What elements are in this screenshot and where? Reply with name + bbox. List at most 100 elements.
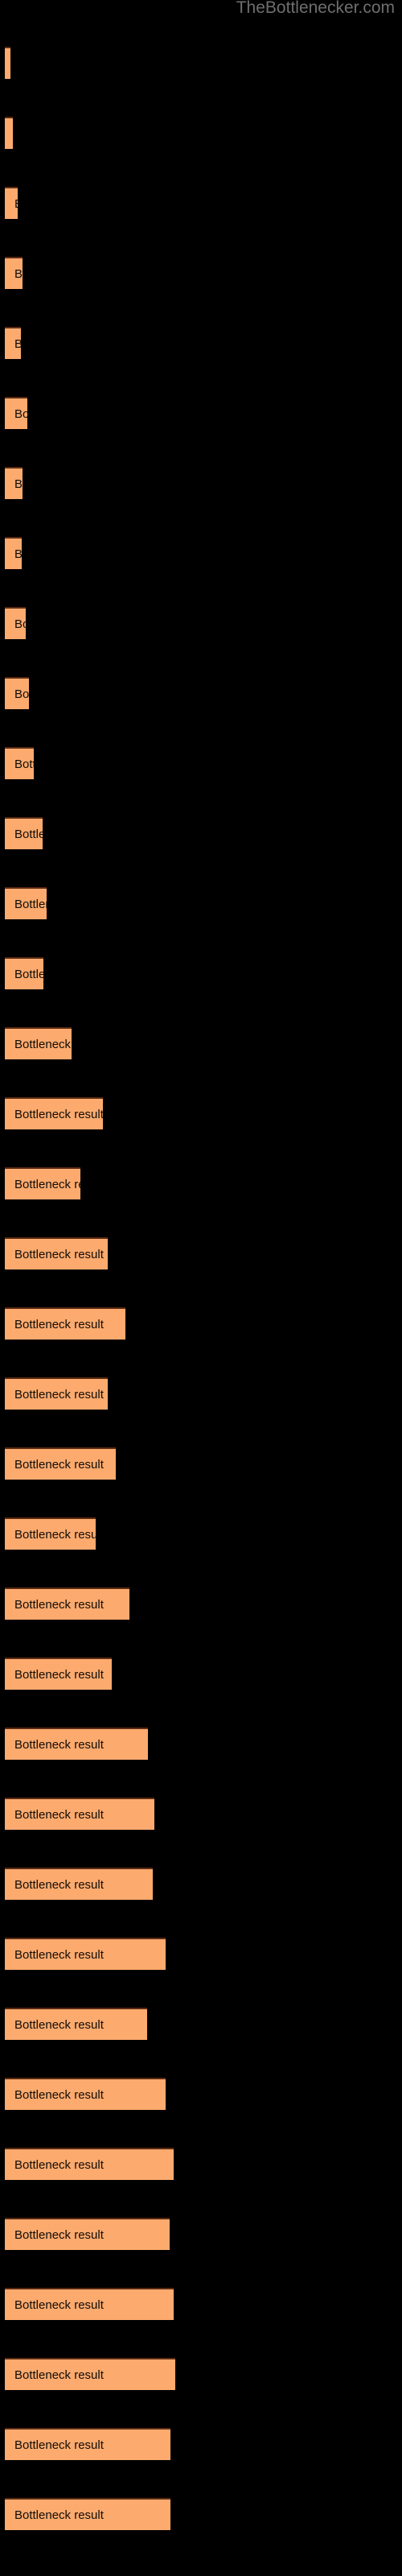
bar: Bottleneck result <box>5 887 47 919</box>
bar-clip: Bottleneck result <box>5 1517 96 1550</box>
bar-row: Bottleneck result <box>0 1377 402 1410</box>
bar-label: Bottleneck result <box>14 1948 104 1962</box>
bar-clip: Bottleneck result <box>5 1027 72 1059</box>
bar-label: Bottleneck result <box>14 337 21 351</box>
bar-row: Bottleneck result <box>0 2428 402 2460</box>
bar-label: Bottleneck result <box>14 2018 104 2032</box>
bar: Bottleneck result <box>5 467 23 499</box>
bar-clip: Bottleneck result <box>5 47 10 79</box>
bar-label: Bottleneck result <box>14 1668 104 1682</box>
bar-label: Bottleneck result <box>14 1738 104 1752</box>
bar-label: Bottleneck result <box>14 1248 104 1261</box>
bar-clip: Bottleneck result <box>5 677 29 709</box>
bar: Bottleneck result <box>5 1027 72 1059</box>
bar: Bottleneck result <box>5 2218 170 2250</box>
bar-label: Bottleneck result <box>14 617 26 631</box>
bar-label: Bottleneck result <box>14 2438 104 2452</box>
bar-row: Bottleneck result <box>0 957 402 989</box>
bar-clip: Bottleneck result <box>5 2148 174 2180</box>
bar-clip: Bottleneck result <box>5 1097 103 1129</box>
bar-label: Bottleneck result <box>14 477 23 491</box>
bar-row: Bottleneck result <box>0 1167 402 1199</box>
bar: Bottleneck result <box>5 607 26 639</box>
bar-clip: Bottleneck result <box>5 1307 125 1340</box>
bar-clip: Bottleneck result <box>5 257 23 289</box>
bar-row: Bottleneck result <box>0 1517 402 1550</box>
bar-clip: Bottleneck result <box>5 1798 154 1830</box>
bar: Bottleneck result <box>5 537 22 569</box>
bar-row: Bottleneck result <box>0 257 402 289</box>
bar-label: Bottleneck result <box>14 1388 104 1402</box>
bar: Bottleneck result <box>5 1377 108 1410</box>
bar-row: Bottleneck result <box>0 1868 402 1900</box>
bar-clip: Bottleneck result <box>5 957 43 989</box>
bar-row: Bottleneck result <box>0 1798 402 1830</box>
bar-row: Bottleneck result <box>0 1728 402 1760</box>
bar-clip: Bottleneck result <box>5 2288 174 2320</box>
bar-label: Bottleneck result <box>14 1318 104 1331</box>
bar: Bottleneck result <box>5 1728 148 1760</box>
bar-label: Bottleneck result <box>14 1528 96 1542</box>
bar-row: Bottleneck result <box>0 1938 402 1970</box>
bar-row: Bottleneck result <box>0 2288 402 2320</box>
bar-row: Bottleneck result <box>0 817 402 849</box>
bar-row: Bottleneck result <box>0 2078 402 2110</box>
bar-clip: Bottleneck result <box>5 1657 112 1690</box>
bar-row: Bottleneck result <box>0 467 402 499</box>
bar: Bottleneck result <box>5 2498 170 2530</box>
bar-clip: Bottleneck result <box>5 1868 153 1900</box>
bar-clip: Bottleneck result <box>5 817 43 849</box>
bar-clip: Bottleneck result <box>5 2498 170 2530</box>
bar-label: Bottleneck result <box>14 267 23 281</box>
bar-label: Bottleneck result <box>14 1808 104 1822</box>
bar-clip: Bottleneck result <box>5 607 26 639</box>
bar-label: Bottleneck result <box>14 2228 104 2242</box>
bar-row: Bottleneck result <box>0 1587 402 1620</box>
bar: Bottleneck result <box>5 677 29 709</box>
bar-clip: Bottleneck result <box>5 1938 166 1970</box>
bar: Bottleneck result <box>5 1587 129 1620</box>
bar-label: Bottleneck result <box>14 1598 104 1612</box>
bar-clip: Bottleneck result <box>5 747 34 779</box>
bar-row: Bottleneck result <box>0 2358 402 2390</box>
bar: Bottleneck result <box>5 817 43 849</box>
bar-row: Bottleneck result <box>0 117 402 149</box>
bar-label: Bottleneck result <box>14 2158 104 2172</box>
bar: Bottleneck result <box>5 1167 80 1199</box>
bar: Bottleneck result <box>5 1868 153 1900</box>
bar-clip: Bottleneck result <box>5 537 22 569</box>
bar-row: Bottleneck result <box>0 607 402 639</box>
bar-clip: Bottleneck result <box>5 2428 170 2460</box>
bar-clip: Bottleneck result <box>5 2358 175 2390</box>
bar-label: Bottleneck result <box>14 758 34 771</box>
bar: Bottleneck result <box>5 2148 174 2180</box>
bar-row: Bottleneck result <box>0 2498 402 2530</box>
bar-label: Bottleneck result <box>14 2368 104 2382</box>
bar-label: Bottleneck result <box>14 1878 104 1892</box>
bar: Bottleneck result <box>5 327 21 359</box>
bar-row: Bottleneck result <box>0 2008 402 2040</box>
bar-clip: Bottleneck result <box>5 187 18 219</box>
bar-series: Bottleneck result Bottleneck result Bottle… <box>0 0 402 2576</box>
bar-row: Bottleneck result <box>0 1657 402 1690</box>
bar-row: Bottleneck result <box>0 537 402 569</box>
bar-row: Bottleneck result <box>0 1307 402 1340</box>
bar-row: Bottleneck result <box>0 1237 402 1269</box>
bar-label: Bottleneck result <box>14 898 47 911</box>
bar: Bottleneck result <box>5 957 43 989</box>
bar-clip: Bottleneck result <box>5 887 47 919</box>
bar: Bottleneck result <box>5 1517 96 1550</box>
bar-clip: Bottleneck result <box>5 327 21 359</box>
bar-clip: Bottleneck result <box>5 397 27 429</box>
bar-clip: Bottleneck result <box>5 2218 170 2250</box>
bar: Bottleneck result <box>5 1657 112 1690</box>
bar-row: Bottleneck result <box>0 2148 402 2180</box>
bar-label: Bottleneck result <box>14 828 43 841</box>
bar-row: Bottleneck result <box>0 677 402 709</box>
bar-label: Bottleneck result <box>14 2088 104 2102</box>
bar: Bottleneck result <box>5 47 10 79</box>
bar-label: Bottleneck result <box>14 968 43 981</box>
bar-label: Bottleneck result <box>14 1178 80 1191</box>
bar-label: Bottleneck result <box>14 687 29 701</box>
bar: Bottleneck result <box>5 257 23 289</box>
